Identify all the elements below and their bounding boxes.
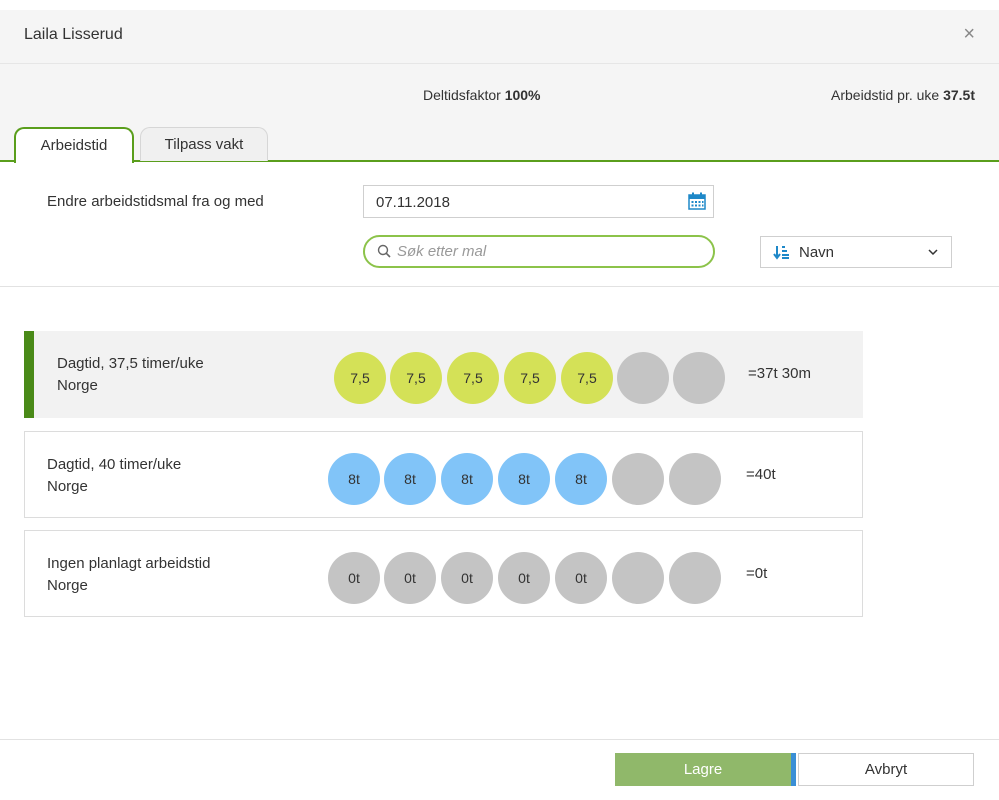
day-circle bbox=[612, 453, 664, 505]
day-circle: 0t bbox=[441, 552, 493, 604]
template-search-input[interactable]: Søk etter mal bbox=[363, 235, 715, 268]
day-circle: 7,5 bbox=[390, 352, 442, 404]
day-circle: 7,5 bbox=[504, 352, 556, 404]
template-country: Norge bbox=[57, 377, 98, 394]
date-field-label: Endre arbeidstidsmal fra og med bbox=[47, 193, 264, 210]
sort-dropdown[interactable]: Navn bbox=[760, 236, 952, 268]
day-circle: 8t bbox=[328, 453, 380, 505]
cancel-button[interactable]: Avbryt bbox=[798, 753, 974, 786]
date-field-value: 07.11.2018 bbox=[376, 194, 450, 211]
template-name: Dagtid, 40 timer/uke Norge bbox=[47, 454, 181, 498]
day-circle bbox=[669, 552, 721, 604]
template-row[interactable]: Dagtid, 37,5 timer/uke Norge 7,5 7,5 7,5… bbox=[24, 331, 863, 418]
day-circle bbox=[612, 552, 664, 604]
dialog-title: Laila Lisserud bbox=[24, 26, 123, 43]
day-circle: 0t bbox=[498, 552, 550, 604]
day-circle: 0t bbox=[555, 552, 607, 604]
day-circle: 8t bbox=[498, 453, 550, 505]
day-circle: 8t bbox=[555, 453, 607, 505]
day-circle: 7,5 bbox=[447, 352, 499, 404]
day-circle: 7,5 bbox=[334, 352, 386, 404]
tab-arbeidstid[interactable]: Arbeidstid bbox=[14, 127, 134, 163]
day-circle: 8t bbox=[384, 453, 436, 505]
search-placeholder: Søk etter mal bbox=[397, 243, 487, 260]
day-circle bbox=[669, 453, 721, 505]
template-name: Ingen planlagt arbeidstid Norge bbox=[47, 553, 210, 597]
chevron-down-icon bbox=[928, 249, 938, 256]
dialog-header: Laila Lisserud × bbox=[0, 10, 999, 64]
footer-divider bbox=[0, 739, 999, 740]
part-time-factor-label: Deltidsfaktor bbox=[423, 87, 501, 103]
sort-icon bbox=[773, 246, 789, 260]
tab-tilpass-vakt[interactable]: Tilpass vakt bbox=[140, 127, 268, 161]
template-total: =40t bbox=[746, 466, 776, 483]
template-row[interactable]: Dagtid, 40 timer/uke Norge 8t 8t 8t 8t 8… bbox=[24, 431, 863, 518]
template-title: Dagtid, 40 timer/uke bbox=[47, 456, 182, 473]
day-circle: 7,5 bbox=[561, 352, 613, 404]
weekly-hours-value: 37.5t bbox=[943, 87, 975, 103]
template-country: Norge bbox=[47, 577, 88, 594]
template-row[interactable]: Ingen planlagt arbeidstid Norge 0t 0t 0t… bbox=[24, 530, 863, 617]
part-time-factor: Deltidsfaktor 100% bbox=[423, 87, 541, 103]
template-total: =0t bbox=[746, 565, 768, 582]
template-name: Dagtid, 37,5 timer/uke Norge bbox=[57, 353, 204, 397]
day-circle bbox=[673, 352, 725, 404]
search-icon bbox=[377, 244, 391, 258]
template-title: Dagtid, 37,5 timer/uke bbox=[57, 355, 204, 372]
weekly-hours: Arbeidstid pr. uke 37.5t bbox=[831, 87, 975, 103]
calendar-icon[interactable] bbox=[687, 191, 707, 211]
close-icon[interactable]: × bbox=[963, 24, 975, 44]
day-circle: 8t bbox=[441, 453, 493, 505]
save-button[interactable]: Lagre bbox=[615, 753, 796, 786]
template-country: Norge bbox=[47, 478, 88, 495]
template-total: =37t 30m bbox=[748, 365, 811, 382]
day-circle bbox=[617, 352, 669, 404]
sort-dropdown-value: Navn bbox=[799, 244, 835, 261]
weekly-hours-label: Arbeidstid pr. uke bbox=[831, 87, 940, 103]
section-divider bbox=[0, 286, 999, 287]
template-title: Ingen planlagt arbeidstid bbox=[47, 555, 211, 572]
day-circle: 0t bbox=[328, 552, 380, 604]
date-field[interactable]: 07.11.2018 bbox=[363, 185, 714, 218]
part-time-factor-value: 100% bbox=[504, 87, 541, 103]
day-circle: 0t bbox=[384, 552, 436, 604]
